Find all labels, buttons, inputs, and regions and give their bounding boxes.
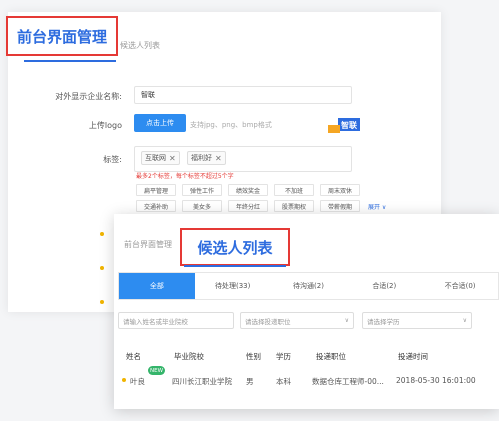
column-header: 性别 bbox=[246, 352, 261, 361]
column-header: 投递时间 bbox=[398, 352, 428, 361]
tag-option[interactable]: 弹性工作 bbox=[182, 184, 222, 196]
cell-time: 2018-05-30 16:01:00 bbox=[396, 376, 476, 385]
tab-pending[interactable]: 待处理(33) bbox=[195, 273, 271, 299]
chevron-down-icon: ∨ bbox=[344, 317, 349, 324]
cell-school: 四川长江职业学院 bbox=[172, 377, 232, 386]
cell-name[interactable]: 叶良 bbox=[130, 376, 145, 387]
chevron-down-icon: ∨ bbox=[462, 317, 467, 324]
breadcrumb[interactable]: 前台界面管理 bbox=[124, 239, 172, 250]
tab-suitable[interactable]: 合适(2) bbox=[346, 273, 422, 299]
active-tab-underline bbox=[184, 265, 286, 267]
logo-label: 上传logo bbox=[88, 121, 122, 130]
education-select[interactable]: 请选择学历 ∨ bbox=[362, 312, 472, 329]
status-tabs: 全部 待处理(33) 待沟通(2) 合适(2) 不合适(0) bbox=[118, 272, 499, 300]
column-header: 投递职位 bbox=[316, 352, 346, 361]
tag-option[interactable]: 周末双休 bbox=[320, 184, 360, 196]
cell-education: 本科 bbox=[276, 377, 291, 386]
upload-button-label: 点击上传 bbox=[146, 119, 174, 127]
upload-button[interactable]: 点击上传 bbox=[134, 114, 186, 132]
tag-option[interactable]: 扁平管理 bbox=[136, 184, 176, 196]
tag-option[interactable]: 带薪假期 bbox=[320, 200, 360, 212]
page-title-highlight: 候选人列表 bbox=[180, 228, 290, 266]
selected-tag-label: 福利好 bbox=[191, 154, 212, 162]
position-placeholder: 请选择投递职位 bbox=[245, 317, 291, 326]
tags-input[interactable]: 互联网 ✕ 福利好 ✕ bbox=[134, 146, 352, 172]
page-title: 候选人列表 bbox=[197, 238, 273, 257]
selected-tag[interactable]: 互联网 ✕ bbox=[141, 151, 180, 165]
tag-option[interactable]: 年终分红 bbox=[228, 200, 268, 212]
company-name-value: 智联 bbox=[141, 91, 155, 99]
search-placeholder: 请输入姓名或毕业院校 bbox=[123, 317, 188, 326]
column-header: 学历 bbox=[276, 352, 291, 361]
expand-link[interactable]: 展开 ∨ bbox=[368, 202, 386, 211]
bullet-icon bbox=[100, 300, 104, 304]
company-logo: 智联 bbox=[328, 118, 360, 133]
search-input[interactable]: 请输入姓名或毕业院校 bbox=[118, 312, 234, 329]
tag-option[interactable]: 不加班 bbox=[274, 184, 314, 196]
bullet-icon bbox=[100, 266, 104, 270]
position-select[interactable]: 请选择投递职位 ∨ bbox=[240, 312, 354, 329]
tab-unsuitable[interactable]: 不合适(0) bbox=[422, 273, 498, 299]
close-icon[interactable]: ✕ bbox=[169, 154, 176, 163]
table-row[interactable]: 叶良 四川长江职业学院 男 本科 数据仓库工程师-00... 2018-05-3… bbox=[114, 370, 499, 392]
tag-option[interactable]: 交通补助 bbox=[136, 200, 176, 212]
tag-option[interactable]: 美女多 bbox=[182, 200, 222, 212]
cell-gender: 男 bbox=[246, 377, 254, 386]
breadcrumb[interactable]: 候选人列表 bbox=[120, 40, 160, 51]
candidate-list-panel: 前台界面管理 候选人列表 全部 待处理(33) 待沟通(2) 合适(2) 不合适… bbox=[114, 214, 499, 409]
company-name-label: 对外显示企业名称: bbox=[55, 92, 122, 101]
company-name-input[interactable]: 智联 bbox=[134, 86, 352, 104]
selected-tag-label: 互联网 bbox=[145, 154, 166, 162]
tab-all[interactable]: 全部 bbox=[119, 273, 195, 299]
cell-position: 数据仓库工程师-00... bbox=[312, 377, 384, 386]
education-placeholder: 请选择学历 bbox=[367, 317, 400, 326]
tag-option[interactable]: 股票期权 bbox=[274, 200, 314, 212]
tag-warning: 最多2个标签，每个标签不超过5个字 bbox=[136, 173, 234, 180]
upload-hint: 支持jpg、png、bmp格式 bbox=[190, 121, 272, 129]
page-title-highlight: 前台界面管理 bbox=[6, 16, 118, 56]
selected-tag[interactable]: 福利好 ✕ bbox=[187, 151, 226, 165]
close-icon[interactable]: ✕ bbox=[215, 154, 222, 163]
tag-option[interactable]: 绩效奖金 bbox=[228, 184, 268, 196]
svg-text:智联: 智联 bbox=[341, 120, 357, 130]
active-tab-underline bbox=[24, 60, 116, 62]
tags-label: 标签: bbox=[103, 155, 122, 164]
page-title: 前台界面管理 bbox=[16, 27, 107, 46]
column-header: 姓名 bbox=[126, 352, 141, 361]
column-header: 毕业院校 bbox=[174, 352, 204, 361]
tab-to-contact[interactable]: 待沟通(2) bbox=[271, 273, 347, 299]
bullet-icon bbox=[100, 232, 104, 236]
